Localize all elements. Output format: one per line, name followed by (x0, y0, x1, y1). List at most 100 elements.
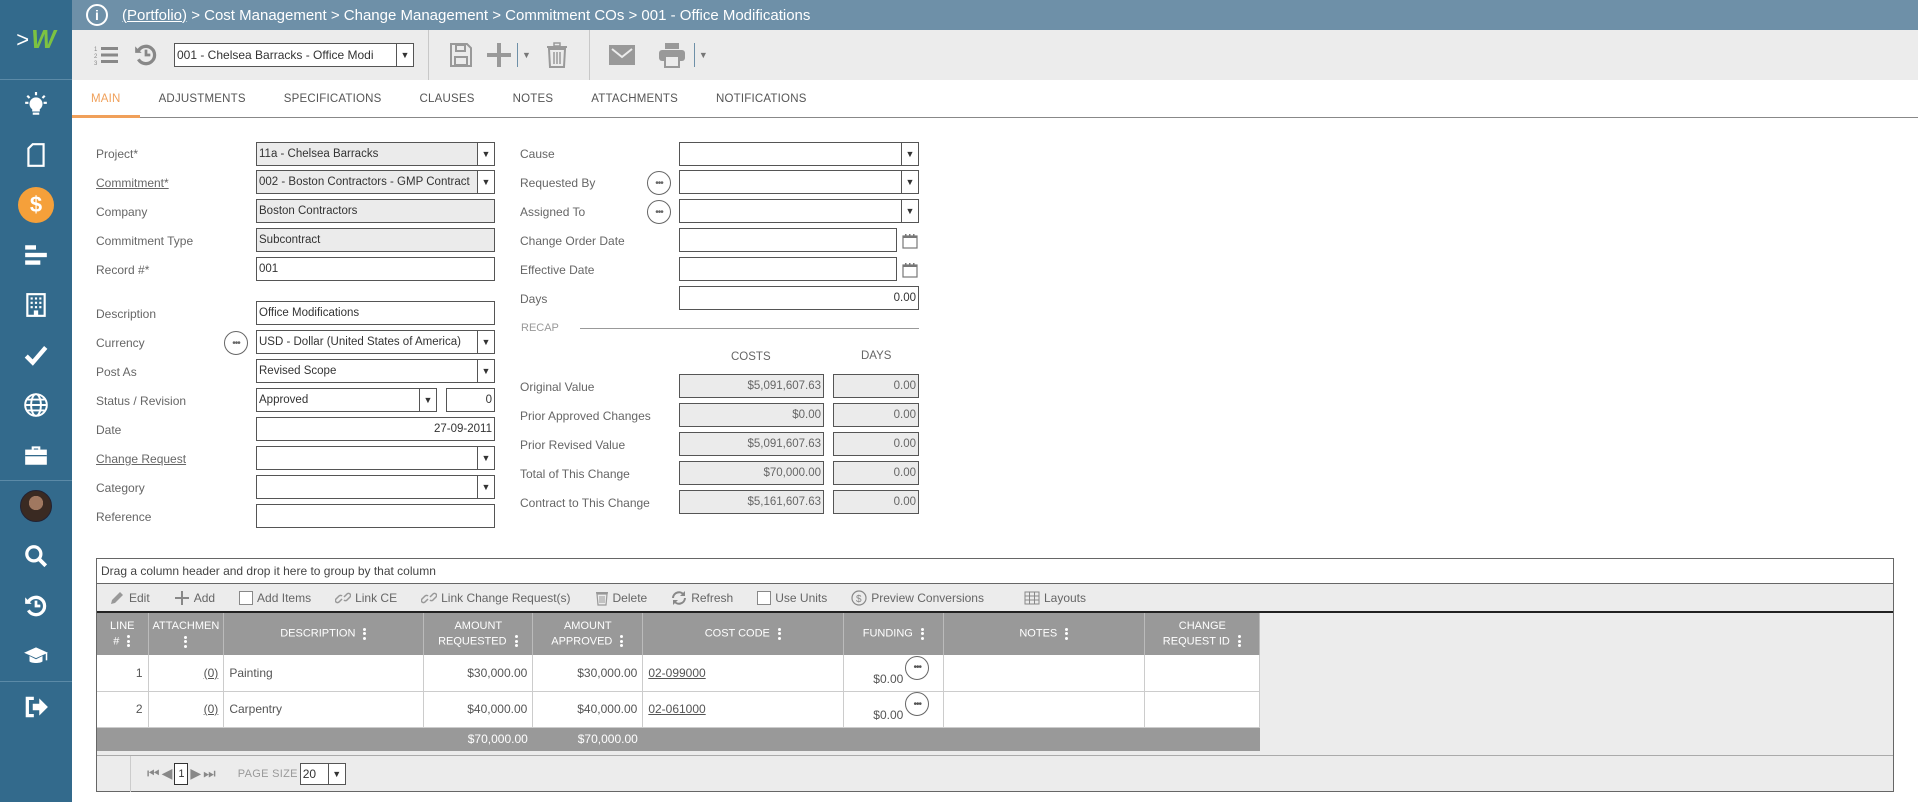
column-menu-icon[interactable] (1237, 634, 1242, 649)
sidebar-item-ideas[interactable] (0, 80, 72, 130)
sidebar-item-cost[interactable]: $ (0, 180, 72, 230)
link-change-request-button[interactable]: Link Change Request(s) (421, 590, 571, 606)
column-header-attachments[interactable]: ATTACHMEN (148, 613, 225, 655)
currency-select[interactable]: USD - Dollar (United States of America) ▼ (256, 330, 495, 354)
app-logo[interactable]: > W (0, 0, 72, 80)
add-button[interactable] (485, 37, 513, 73)
use-units-checkbox[interactable]: Use Units (757, 590, 827, 605)
print-menu-caret-icon[interactable]: ▼ (699, 50, 708, 60)
record-select[interactable]: 001 - Chelsea Barracks - Office Modi ▼ (174, 43, 414, 67)
cause-select[interactable]: ▼ (679, 142, 919, 166)
date-input[interactable]: 27-09-2011 (256, 417, 495, 441)
history-icon[interactable] (128, 37, 164, 73)
refresh-button[interactable]: Refresh (671, 590, 733, 606)
commitment-link[interactable]: Commitment* (96, 176, 169, 190)
sidebar-item-schedule[interactable] (0, 230, 72, 280)
post-as-select[interactable]: Revised Scope ▼ (256, 359, 495, 383)
group-by-drop-zone[interactable]: Drag a column header and drop it here to… (97, 559, 1893, 584)
layouts-button[interactable]: Layouts (1024, 591, 1086, 605)
attachments-link[interactable]: (0) (204, 666, 219, 680)
prev-page-icon[interactable]: ◀ (162, 765, 173, 782)
chevron-down-icon[interactable]: ▼ (327, 763, 345, 784)
tab-notes[interactable]: NOTES (494, 80, 573, 118)
column-header-cost-code[interactable]: COST CODE (642, 613, 845, 655)
sidebar-item-documents[interactable] (0, 130, 72, 180)
column-menu-icon[interactable] (127, 634, 131, 649)
tab-adjustments[interactable]: ADJUSTMENTS (140, 80, 265, 118)
chevron-down-icon[interactable]: ▼ (901, 143, 918, 165)
funding-lookup-icon[interactable]: ••• (905, 692, 930, 716)
funding-lookup-icon[interactable]: ••• (905, 655, 930, 680)
table-row[interactable]: 1 (0) Painting $30,000.00 $30,000.00 02-… (97, 655, 1261, 692)
chevron-down-icon[interactable]: ▼ (477, 447, 494, 469)
column-header-description[interactable]: DESCRIPTION (223, 613, 425, 655)
chevron-down-icon[interactable]: ▼ (477, 171, 494, 193)
link-ce-button[interactable]: Link CE (335, 590, 397, 606)
tab-specifications[interactable]: SPECIFICATIONS (265, 80, 401, 118)
column-menu-icon[interactable] (1065, 626, 1069, 641)
column-menu-icon[interactable] (363, 626, 367, 641)
currency-lookup-icon[interactable]: ••• (224, 331, 248, 355)
sidebar-item-buildings[interactable] (0, 280, 72, 330)
sidebar-item-learning[interactable] (0, 631, 72, 681)
assigned-to-select[interactable]: ▼ (679, 199, 919, 223)
column-header-amount-requested[interactable]: AMOUNT REQUESTED (423, 613, 534, 655)
first-page-icon[interactable]: ⏮ (147, 765, 160, 782)
change-request-link[interactable]: Change Request (96, 452, 186, 466)
chevron-down-icon[interactable]: ▼ (396, 44, 413, 66)
requested-by-lookup-icon[interactable]: ••• (647, 171, 671, 195)
sidebar-item-user[interactable] (0, 481, 72, 531)
chevron-down-icon[interactable]: ▼ (477, 360, 494, 382)
status-select[interactable]: Approved ▼ (256, 388, 437, 412)
column-header-line[interactable]: LINE # (97, 613, 149, 655)
tab-clauses[interactable]: CLAUSES (401, 80, 494, 118)
column-menu-icon[interactable] (514, 634, 519, 649)
sidebar-item-tasks[interactable] (0, 330, 72, 380)
column-menu-icon[interactable] (620, 634, 624, 649)
chevron-down-icon[interactable]: ▼ (901, 200, 918, 222)
cost-code-link[interactable]: 02-061000 (648, 702, 705, 716)
change-order-date-input[interactable] (679, 228, 897, 252)
column-menu-icon[interactable] (183, 634, 188, 649)
info-icon[interactable]: i (86, 4, 108, 26)
next-page-icon[interactable]: ▶ (190, 765, 201, 782)
numbered-list-icon[interactable]: 123 (88, 37, 124, 73)
sidebar-item-search[interactable] (0, 531, 72, 581)
revision-input[interactable]: 0 (446, 388, 495, 412)
save-button[interactable] (443, 37, 479, 73)
page-size-select[interactable]: 20 ▼ (299, 762, 346, 785)
column-header-amount-approved[interactable]: AMOUNT APPROVED (532, 613, 644, 655)
description-input[interactable]: Office Modifications (256, 301, 495, 325)
expand-chevron-icon[interactable]: > (16, 27, 29, 53)
assigned-to-lookup-icon[interactable]: ••• (647, 200, 671, 224)
add-items-button[interactable]: Add Items (239, 590, 311, 605)
tab-main[interactable]: MAIN (72, 80, 140, 118)
preview-conversions-button[interactable]: $ Preview Conversions (851, 589, 984, 606)
attachments-link[interactable]: (0) (204, 702, 219, 716)
delete-button[interactable] (539, 37, 575, 73)
column-menu-icon[interactable] (920, 626, 925, 641)
column-header-funding[interactable]: FUNDING (843, 613, 945, 655)
last-page-icon[interactable]: ⏭ (203, 765, 216, 782)
calendar-icon[interactable] (902, 262, 918, 278)
column-header-change-request-id[interactable]: CHANGE REQUEST ID (1144, 613, 1261, 655)
requested-by-select[interactable]: ▼ (679, 170, 919, 194)
sidebar-item-portfolio[interactable] (0, 380, 72, 430)
chevron-down-icon[interactable]: ▼ (419, 389, 436, 411)
chevron-down-icon[interactable]: ▼ (477, 476, 494, 498)
commitment-select[interactable]: 002 - Boston Contractors - GMP Contract ▼ (256, 170, 495, 194)
current-page[interactable]: 1 (174, 762, 189, 785)
days-input[interactable]: 0.00 (679, 286, 919, 310)
reference-input[interactable] (256, 504, 495, 528)
table-row[interactable]: 2 (0) Carpentry $40,000.00 $40,000.00 02… (97, 691, 1261, 728)
print-button[interactable] (654, 37, 690, 73)
email-button[interactable] (604, 37, 640, 73)
sidebar-item-logout[interactable] (0, 682, 72, 732)
add-menu-caret-icon[interactable]: ▼ (522, 50, 531, 60)
tab-notifications[interactable]: NOTIFICATIONS (697, 80, 826, 118)
add-line-button[interactable]: Add (174, 590, 215, 606)
column-header-notes[interactable]: NOTES (943, 613, 1146, 655)
chevron-down-icon[interactable]: ▼ (477, 331, 494, 353)
chevron-down-icon[interactable]: ▼ (477, 143, 494, 165)
sidebar-item-projects[interactable] (0, 430, 72, 480)
